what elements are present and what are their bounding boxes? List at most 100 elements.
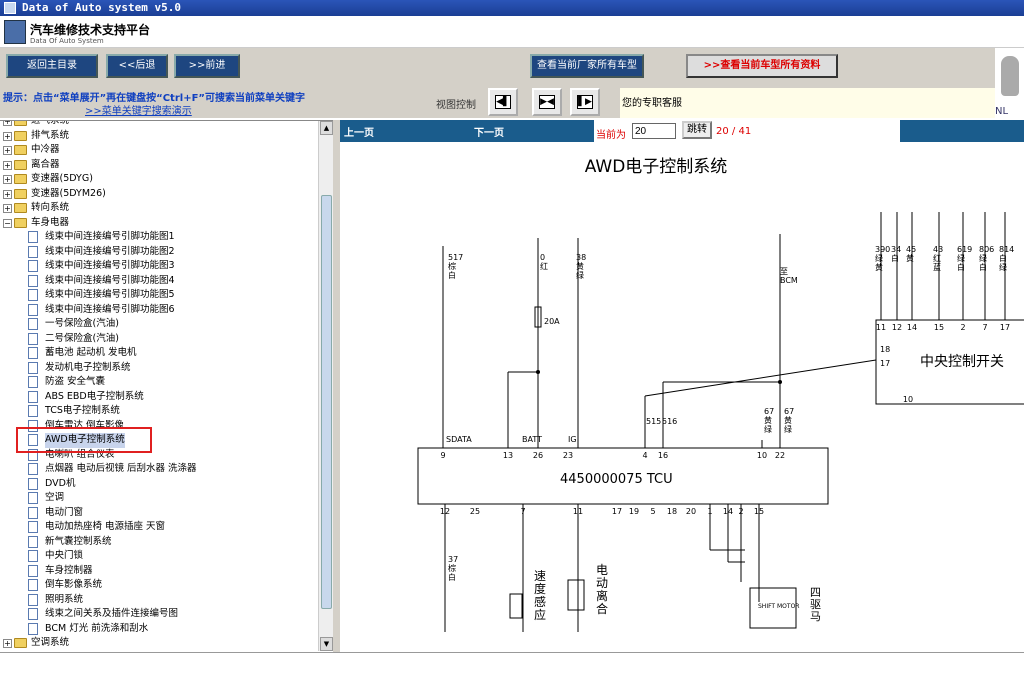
tree-doc-item[interactable]: 线束之间关系及插件连接编号图 [0,607,318,622]
tree-doc-item[interactable]: 发动机电子控制系统 [0,361,318,376]
tree-item-label: 线束之间关系及插件连接编号图 [45,608,179,619]
tree-doc-item[interactable]: 点烟器 电动后视镜 后刮水器 洗涤器 [0,462,318,477]
expand-icon[interactable]: + [3,160,12,170]
tree-doc-item[interactable]: ABS EBD电子控制系统 [0,390,318,405]
cs-wire-label: 43 [933,245,943,254]
cs-pin-left: 18 [880,345,890,354]
back-button[interactable]: <<后退 [106,54,168,78]
tree-doc-item[interactable]: 电动门窗 [0,506,318,521]
wire-label: 绿 [576,271,584,280]
wire-label: 棕 [448,261,456,271]
tree-folder-item[interactable]: + 排气系统 [0,129,318,144]
bottom-bar [0,652,1024,674]
expand-icon[interactable]: + [3,121,12,126]
document-icon [28,376,38,388]
splitter[interactable] [333,120,340,652]
four-wheel-label: 马 [810,610,821,623]
tree-doc-item[interactable]: 电动加热座椅 电源插座 天窗 [0,520,318,535]
tcu-pin-bottom: 25 [470,507,480,516]
tree-item-label: 电动加热座椅 电源插座 天窗 [45,521,166,532]
tree-folder-item[interactable]: + 变速器(5DYG) [0,172,318,187]
cs-wire-label: 红 [933,253,941,263]
tree-doc-item[interactable]: 线束中间连接编号引脚功能图2 [0,245,318,260]
all-models-button[interactable]: 查看当前厂家所有车型 [530,54,644,78]
support-avatar[interactable]: NL [995,48,1024,120]
wiring-diagram: AWD电子控制系统4450000075 TCU中央控制开关9 13 26 23 4 16 1… [417,157,1024,632]
tree-folder-item[interactable]: + 中冷器 [0,143,318,158]
tree-item-label: 照明系统 [45,593,84,605]
expand-icon[interactable]: + [3,131,12,141]
wire-label: 0 [540,253,545,262]
app-subtitle: Data Of Auto System [30,37,104,45]
cs-pin: 11 [876,323,886,332]
wire-label: 绿 [764,425,772,434]
tree-folder-item[interactable]: + 进气系统 [0,121,318,129]
tree-doc-item[interactable]: BCM 灯光 前洗涤和刮水 [0,622,318,637]
wire-label: 绿 [784,425,792,434]
tree-doc-item[interactable]: 一号保险盒(汽油) [0,317,318,332]
tree-doc-item[interactable]: 蓄电池 起动机 发电机 [0,346,318,361]
tree-doc-item[interactable]: 线束中间连接编号引脚功能图6 [0,303,318,318]
tree-doc-item[interactable]: 线束中间连接编号引脚功能图3 [0,259,318,274]
tree-item-label: TCS电子控制系统 [45,405,120,416]
diagram-title: AWD电子控制系统 [585,157,728,177]
tree-folder-item[interactable]: + 转向系统 [0,201,318,216]
tree-item-label: 线束中间连接编号引脚功能图5 [45,289,175,300]
search-demo-link[interactable]: >>菜单关键字搜索演示 [85,102,192,117]
tree-doc-item[interactable]: 线束中间连接编号引脚功能图5 [0,288,318,303]
tree-doc-item[interactable]: 防盗 安全气囊 [0,375,318,390]
scroll-up-icon[interactable]: ▲ [320,121,333,135]
next-page-link[interactable]: 下一页 [474,124,504,139]
expand-icon[interactable]: + [3,146,12,155]
scroll-thumb[interactable] [321,195,332,609]
expand-icon[interactable]: + [3,204,12,213]
wire-label: 67 [784,407,794,416]
tree-doc-item[interactable]: 线束中间连接编号引脚功能图1 [0,230,318,245]
prev-page-link[interactable]: 上一页 [344,124,374,139]
arrow-left-icon: ◀▌ [495,95,511,109]
view-left-button[interactable]: ◀▌ [488,88,518,116]
tree-doc-item[interactable]: 线束中间连接编号引脚功能图4 [0,274,318,289]
tree-doc-item[interactable]: 空调 [0,491,318,506]
page-input[interactable] [632,123,676,139]
tree-doc-item[interactable]: 新气囊控制系统 [0,535,318,550]
tree-item-label: 防盗 安全气囊 [45,376,106,387]
all-data-button[interactable]: >>查看当前车型所有资料 [686,54,838,78]
cs-wire-label: 白 [891,253,899,263]
scroll-down-icon[interactable]: ▼ [320,637,333,651]
tree-doc-item[interactable]: TCS电子控制系统 [0,404,318,419]
expand-icon[interactable]: + [3,175,12,184]
tree-folder-item[interactable]: + 离合器 [0,158,318,173]
sidebar-scrollbar[interactable]: ▲ ▼ [318,121,333,651]
arrow-both-icon: ▶◀ [539,95,555,109]
forward-button[interactable]: >>前进 [174,54,240,78]
view-right-button[interactable]: ▌▶ [570,88,600,116]
tcu-pin-top: 10 [757,451,767,460]
view-split-button[interactable]: ▶◀ [532,88,562,116]
cs-wire-label: 814 [999,245,1014,254]
document-icon [28,506,38,519]
collapse-icon[interactable]: − [3,218,12,228]
sidebar: + 进气系统 + 排气系统 + 中冷器 + 离合器 + 变速器(5DYG) + 变速器(5DYM26)… [0,120,333,652]
tree-item-label: 变速器(5DYM26) [31,187,106,199]
tree-doc-item[interactable]: 照明系统 [0,593,318,608]
expand-icon[interactable]: + [3,639,12,648]
cs-wire-label: 806 [979,245,994,254]
tree-doc-item[interactable]: DVD机 [0,477,318,492]
tree-doc-item[interactable]: 二号保险盒(汽油) [0,332,318,347]
tree-doc-item[interactable]: 车身控制器 [0,564,318,579]
tree-doc-item[interactable]: 倒车影像系统 [0,578,318,593]
cs-pin: 15 [934,323,944,332]
expand-icon[interactable]: + [3,189,12,199]
speed-sensor-label: 应 [534,607,546,622]
tree-folder-item[interactable]: + 变速器(5DYM26) [0,187,318,202]
tree-folder-item[interactable]: + 空调系统 [0,636,318,651]
document-icon [28,622,38,635]
tcu-pin-bottom: 18 [667,507,677,516]
tree-folder-item[interactable]: − 车身电器 [0,216,318,231]
go-button[interactable]: 跳转 [682,121,712,139]
wire-label: 红 [540,261,548,271]
document-icon [28,245,38,258]
tree-doc-item[interactable]: 中央门锁 [0,549,318,564]
back-to-main-button[interactable]: 返回主目录 [6,54,98,78]
